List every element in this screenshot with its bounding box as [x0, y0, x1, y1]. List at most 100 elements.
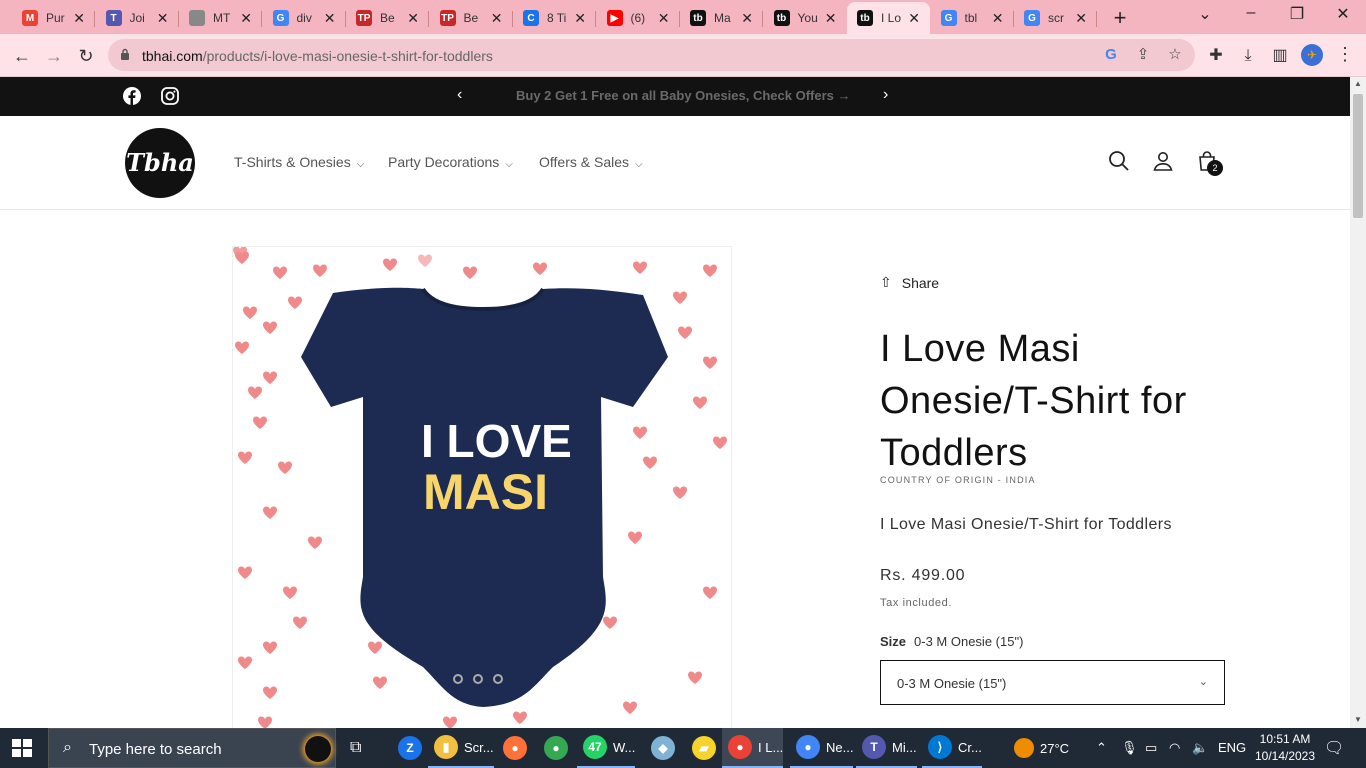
announcement-bar: ‹ Buy 2 Get 1 Free on all Baby Onesies, … — [0, 77, 1350, 116]
share-icon[interactable]: ⇪ — [1133, 45, 1153, 65]
language-indicator[interactable]: ENG — [1218, 740, 1246, 755]
forward-arrow-icon[interactable]: → — [41, 43, 67, 69]
taskbar-search-box[interactable]: ⌕ Type here to search — [48, 728, 336, 768]
side-panel-icon[interactable]: ▥ — [1269, 45, 1291, 67]
menu-item-offers-sales[interactable]: Offers & Sales ⌵ — [539, 154, 643, 170]
tab-close-icon[interactable]: ✕ — [574, 10, 586, 27]
wifi-icon[interactable]: ◠ — [1169, 740, 1180, 756]
browser-tab[interactable]: Gdiv ✕ — [263, 2, 346, 34]
taskbar-app-icon: ● — [796, 735, 820, 759]
browser-tab[interactable]: tb You ✕ — [764, 2, 847, 34]
instagram-icon[interactable] — [161, 87, 179, 105]
scrollbar-thumb[interactable] — [1353, 94, 1363, 218]
browser-tab[interactable]: MT ✕ — [179, 2, 262, 34]
bookmark-star-icon[interactable]: ☆ — [1165, 45, 1185, 65]
account-icon[interactable] — [1151, 149, 1175, 173]
size-select[interactable]: 0-3 M Onesie (15") ⌄ — [880, 660, 1225, 705]
tab-favicon-icon: TP — [356, 10, 372, 26]
browser-tab[interactable]: TP Be ✕ — [430, 2, 513, 34]
announcement-message[interactable]: Buy 2 Get 1 Free on all Baby Onesies, Ch… — [516, 88, 851, 103]
taskbar-app[interactable]: T Mi... — [856, 728, 917, 768]
scroll-down-arrow-icon[interactable]: ▼ — [1354, 715, 1362, 724]
microphone-icon[interactable]: 🎙 — [1121, 740, 1138, 756]
tab-favicon-icon: M — [22, 10, 38, 26]
weather-widget[interactable]: 27°C — [1008, 728, 1069, 768]
product-title: I Love Masi Onesie/T-Shirt for Toddlers — [880, 328, 1187, 474]
tab-close-icon[interactable]: ✕ — [908, 10, 920, 27]
announcement-next-button[interactable]: › — [883, 86, 888, 104]
taskbar-app[interactable]: ● — [538, 728, 574, 768]
tab-close-icon[interactable]: ✕ — [825, 10, 837, 27]
search-icon[interactable] — [1107, 149, 1131, 173]
site-logo[interactable]: Tbha — [125, 128, 195, 198]
product-image[interactable]: I LOVE MASI — [232, 246, 732, 728]
browser-tab[interactable]: Gtbl ✕ — [931, 2, 1014, 34]
address-bar[interactable]: tbhai.com/products/i-love-masi-onesie-t-… — [108, 39, 1195, 71]
menu-item-party-decorations[interactable]: Party Decorations ⌵ — [388, 154, 513, 170]
tab-close-icon[interactable]: ✕ — [157, 10, 169, 27]
share-button[interactable]: ⇧ Share — [880, 274, 939, 291]
taskbar-app-icon: ◆ — [651, 736, 675, 760]
windows-taskbar: ⌕ Type here to search ⧉ ⌃ 🎙 ▭ ◠ 🔈 ENG 10… — [0, 728, 1366, 768]
cart-count-badge: 2 — [1207, 160, 1223, 176]
tab-close-icon[interactable]: ✕ — [491, 10, 503, 27]
browser-tab[interactable]: C8 Ti ✕ — [513, 2, 596, 34]
tab-close-icon[interactable]: ✕ — [324, 10, 336, 27]
back-arrow-icon[interactable]: ← — [9, 43, 35, 69]
tab-close-icon[interactable]: ✕ — [992, 10, 1004, 27]
taskbar-app[interactable]: ● I L... — [722, 728, 784, 768]
task-view-icon[interactable]: ⧉ — [344, 728, 361, 768]
taskbar-app[interactable]: Z — [392, 728, 428, 768]
tab-close-icon[interactable]: ✕ — [73, 10, 85, 27]
taskbar-app[interactable]: ▮ Scr... — [428, 728, 494, 768]
reload-icon[interactable]: ↻ — [73, 43, 99, 69]
taskbar-app[interactable]: ● — [497, 728, 533, 768]
browser-tab[interactable]: Gscr ✕ — [1014, 2, 1097, 34]
system-clock[interactable]: 10:51 AM 10/14/2023 — [1250, 731, 1320, 765]
facebook-icon[interactable] — [123, 87, 141, 105]
download-icon[interactable]: ⤓ — [1237, 45, 1259, 67]
battery-icon[interactable]: ▭ — [1145, 740, 1157, 756]
clock-time: 10:51 AM — [1259, 732, 1311, 746]
lock-icon[interactable] — [120, 48, 130, 60]
scroll-up-arrow-icon[interactable]: ▲ — [1354, 79, 1362, 88]
menu-item-tshirts-onesies[interactable]: T-Shirts & Onesies ⌵ — [234, 154, 364, 170]
new-tab-button[interactable]: + — [1108, 5, 1132, 31]
tab-close-icon[interactable]: ✕ — [741, 10, 753, 27]
notifications-icon[interactable]: 🗨 — [1324, 738, 1344, 758]
browser-tab[interactable]: TP Be ✕ — [346, 2, 429, 34]
page-scrollbar[interactable]: ▲ ▼ — [1350, 77, 1366, 728]
minimize-button[interactable]: – — [1236, 4, 1266, 22]
taskbar-app[interactable]: ⟩ Cr... — [922, 728, 982, 768]
tab-close-icon[interactable]: ✕ — [407, 10, 419, 27]
profile-avatar-icon[interactable]: ✈ — [1301, 44, 1323, 66]
taskbar-app-label: W... — [613, 739, 636, 755]
taskbar-app[interactable]: ◆ — [645, 728, 681, 768]
google-lens-icon[interactable]: G — [1101, 45, 1121, 65]
clock-date: 10/14/2023 — [1254, 749, 1316, 763]
browser-tab[interactable]: tb I Lo ✕ — [847, 2, 930, 34]
url-text[interactable]: tbhai.com/products/i-love-masi-onesie-t-… — [142, 48, 493, 64]
browser-tab[interactable]: tb Ma ✕ — [680, 2, 763, 34]
browser-tab[interactable]: M Pur ✕ — [12, 2, 95, 34]
close-window-button[interactable]: ✕ — [1328, 4, 1358, 24]
share-label: Share — [901, 274, 940, 291]
browser-tab[interactable]: ▶ (6) ✕ — [597, 2, 680, 34]
taskbar-app[interactable]: 47 W... — [577, 728, 636, 768]
tab-close-icon[interactable]: ✕ — [658, 10, 670, 27]
volume-icon[interactable]: 🔈 — [1192, 740, 1208, 756]
restore-button[interactable]: ❐ — [1282, 4, 1312, 24]
kebab-menu-icon[interactable]: ⋮ — [1336, 44, 1354, 65]
extensions-icon[interactable]: ✚ — [1205, 45, 1227, 67]
announcement-prev-button[interactable]: ‹ — [457, 86, 462, 104]
tab-favicon-icon: T — [105, 10, 122, 26]
tray-chevron-up-icon[interactable]: ⌃ — [1096, 740, 1107, 756]
browser-tab[interactable]: T Joi ✕ — [96, 2, 179, 34]
taskbar-app[interactable]: ▰ — [686, 728, 722, 768]
windows-start-icon[interactable] — [12, 739, 32, 757]
menu-item-label: Offers & Sales — [539, 154, 630, 170]
tab-close-icon[interactable]: ✕ — [240, 10, 252, 27]
tab-search-chevron-icon[interactable]: ⌄ — [1190, 4, 1220, 24]
tab-close-icon[interactable]: ✕ — [1075, 10, 1087, 27]
taskbar-app[interactable]: ● Ne... — [790, 728, 854, 768]
